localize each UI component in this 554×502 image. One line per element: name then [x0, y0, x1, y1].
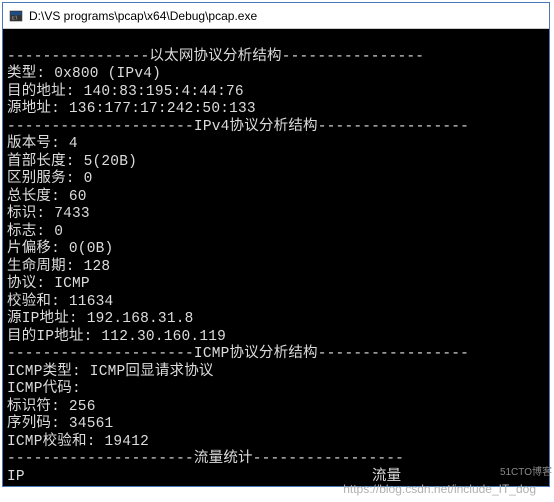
console-window: c:\ D:\VS programs\pcap\x64\Debug\pcap.e…	[2, 2, 550, 487]
ipv4-line: 片偏移: 0(0B)	[7, 241, 113, 257]
icmp-divider: ---------------------ICMP协议分析结构---------…	[7, 346, 469, 362]
ipv4-line: 标志: 0	[7, 224, 63, 240]
ipv4-line: 总长度: 60	[7, 189, 87, 205]
ethernet-divider: ----------------以太网协议分析结构---------------…	[7, 49, 424, 65]
ipv4-line: 目的IP地址: 112.30.160.119	[7, 329, 226, 345]
svg-text:c:\: c:\	[12, 15, 18, 21]
watermark: https://blog.csdn.net/include_IT_dog	[343, 482, 536, 496]
icmp-line: 标识符: 256	[7, 399, 96, 415]
ipv4-line: 版本号: 4	[7, 136, 78, 152]
ipv4-divider: ---------------------IPv4协议分析结构---------…	[7, 119, 469, 135]
app-icon: c:\	[9, 9, 23, 23]
traffic-header: IP 流量	[7, 469, 401, 485]
ipv4-line: 协议: ICMP	[7, 276, 90, 292]
ipv4-line: 标识: 7433	[7, 206, 90, 222]
console-output[interactable]: ----------------以太网协议分析结构---------------…	[3, 29, 549, 486]
titlebar[interactable]: c:\ D:\VS programs\pcap\x64\Debug\pcap.e…	[3, 3, 549, 29]
icmp-line: ICMP类型: ICMP回显请求协议	[7, 364, 214, 380]
ethernet-line: 源地址: 136:177:17:242:50:133	[7, 101, 256, 117]
icmp-line: ICMP代码:	[7, 381, 81, 397]
window-title: D:\VS programs\pcap\x64\Debug\pcap.exe	[29, 9, 257, 23]
ethernet-line: 类型: 0x800 (IPv4)	[7, 66, 161, 82]
ipv4-line: 首部长度: 5(20B)	[7, 154, 137, 170]
ethernet-line: 目的地址: 140:83:195:4:44:76	[7, 84, 244, 100]
icmp-line: ICMP校验和: 19412	[7, 434, 149, 450]
ipv4-line: 校验和: 11634	[7, 294, 113, 310]
ipv4-line: 生命周期: 128	[7, 259, 110, 275]
ipv4-line: 区别服务: 0	[7, 171, 93, 187]
icmp-line: 序列码: 34561	[7, 416, 113, 432]
traffic-divider: ---------------------流量统计---------------…	[7, 451, 404, 467]
ipv4-line: 源IP地址: 192.168.31.8	[7, 311, 194, 327]
side-label: 51CTO博客	[500, 463, 552, 478]
